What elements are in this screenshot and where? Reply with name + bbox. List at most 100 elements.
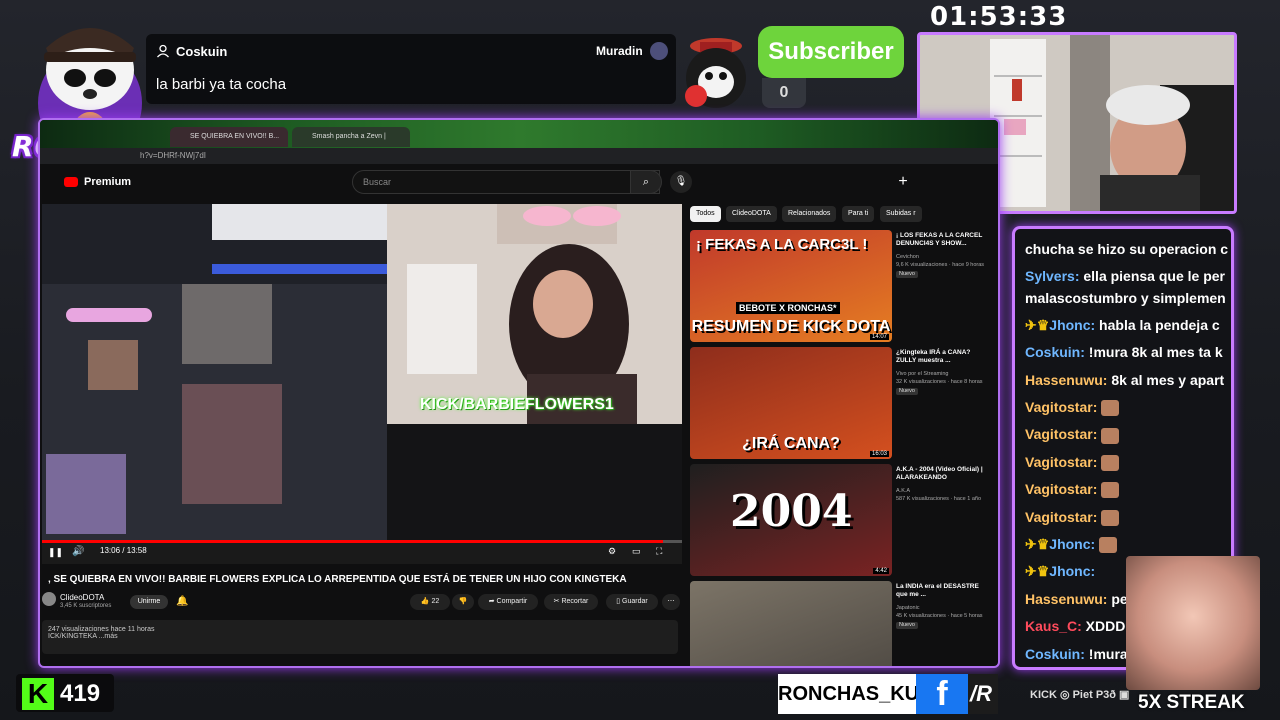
- chip-related[interactable]: Relacionados: [782, 206, 837, 222]
- chat-username[interactable]: Vagitostar:: [1025, 509, 1097, 525]
- streak-label: 5X STREAK: [1138, 692, 1245, 713]
- laughing-face-overlay: [1126, 556, 1260, 690]
- recommendation-title: A.K.A - 2004 (Video Oficial) | ALARAKEAN…: [896, 466, 983, 481]
- chat-username[interactable]: Jhonc:: [1049, 563, 1095, 579]
- browser-tab-2[interactable]: Smash pancha a Zevn | Kingtek...: [292, 127, 410, 160]
- channel-name[interactable]: ClideoDOTA: [60, 593, 104, 602]
- chip-all[interactable]: Todos: [690, 206, 721, 222]
- subscriber-count: 0: [762, 78, 806, 108]
- chat-username[interactable]: Vagitostar:: [1025, 481, 1097, 497]
- chat-username[interactable]: Hassenuwu:: [1025, 372, 1107, 388]
- chat-message: ✈♛Jhonc:: [1025, 563, 1095, 580]
- volume-icon[interactable]: 🔊: [72, 546, 84, 557]
- chat-text: 8k al mes y apart: [1107, 371, 1225, 388]
- recommendation-item[interactable]: ¡ FEKAS A LA CARC3L ! BEBOTE X RONCHAS* RE…: [690, 230, 998, 342]
- join-button[interactable]: Unirme: [130, 595, 168, 609]
- chip-for-you[interactable]: Para ti: [842, 206, 875, 222]
- chat-username[interactable]: Kaus_C:: [1025, 618, 1082, 634]
- recommendation-list: ¡ FEKAS A LA CARC3L ! BEBOTE X RONCHAS* RE…: [690, 230, 998, 666]
- chat-text: !mura 8k al mes ta k: [1084, 344, 1223, 361]
- video-dark-area: [387, 424, 682, 544]
- chat-username[interactable]: Coskuin:: [1025, 344, 1085, 360]
- recommendation-title: ¿Kingteka IRÁ a CANA? ZULLY muestra ...: [896, 349, 971, 364]
- browser-capture-window: SE QUIEBRA EN VIVO!! B... Smash pancha a…: [38, 118, 1000, 668]
- video-player[interactable]: KICK/BARBIEFLOWERS1 ❚❚ 🔊 13:06 / 13:58 ⚙…: [42, 204, 682, 564]
- fullscreen-icon[interactable]: ⛶: [656, 546, 662, 557]
- chat-text: ella piensa que le per: [1079, 268, 1225, 285]
- video-discord-view: [42, 204, 387, 544]
- chat-text: chucha se hizo su operacion c: [1025, 241, 1229, 257]
- recommendation-title: La INDIA era el DESASTRE que me ...: [896, 583, 979, 598]
- chat-message: Vagitostar:: [1025, 399, 1120, 417]
- like-count: 22: [431, 598, 440, 605]
- browser-tab-1[interactable]: SE QUIEBRA EN VIVO!! B...: [170, 127, 288, 147]
- share-button[interactable]: ➦ Compartir: [478, 594, 538, 610]
- user-icon: [157, 44, 169, 58]
- streamer-handle: RONCHAS_KUN: [778, 674, 934, 714]
- kick-logo-icon: K: [22, 678, 54, 710]
- stream-clock: 01:53:33: [930, 2, 1068, 32]
- webcam-girl-scene: [387, 204, 682, 424]
- popup-message: la barbi ya ta cocha: [156, 76, 287, 93]
- search-icon[interactable]: ⌕: [630, 170, 662, 194]
- miniplayer-icon[interactable]: ▭: [632, 546, 641, 557]
- chat-username[interactable]: Sylvers:: [1025, 268, 1079, 284]
- create-icon[interactable]: +: [892, 171, 914, 193]
- address-bar[interactable]: h?v=DHRf-NWj7dI: [40, 148, 998, 164]
- chat-username[interactable]: Coskuin:: [1025, 646, 1085, 662]
- chat-username[interactable]: Hassenuwu:: [1025, 591, 1107, 607]
- chip-uploads[interactable]: Subidas r: [880, 206, 922, 222]
- blurred-chat-view: [42, 204, 387, 544]
- microphone-icon[interactable]: 🎙: [670, 171, 692, 193]
- recommendation-thumbnail[interactable]: ¡ FEKAS A LA CARC3L ! BEBOTE X RONCHAS* RE…: [690, 230, 892, 342]
- chat-message: Coskuin: !mura: [1025, 646, 1128, 662]
- recommendation-thumbnail[interactable]: [690, 581, 892, 666]
- chat-username[interactable]: Jhonc:: [1049, 317, 1095, 333]
- youtube-premium-label[interactable]: Premium: [84, 176, 131, 188]
- bell-icon[interactable]: 🔔: [176, 596, 188, 607]
- recommendation-meta: 587 K visualizaciones · hace 1 año: [896, 496, 981, 502]
- description-text: ICK/KINGTEKA ...más: [48, 633, 118, 640]
- dislike-icon[interactable]: 👎: [452, 594, 474, 610]
- chat-username[interactable]: Vagitostar:: [1025, 426, 1097, 442]
- like-button[interactable]: 👍 22: [410, 594, 450, 610]
- channel-avatar[interactable]: [42, 592, 56, 606]
- kick-overlay-text: KICK/BARBIEFLOWERS1: [420, 396, 614, 413]
- clip-label: Recortar: [561, 598, 589, 605]
- recommendation-thumbnail[interactable]: 2004 4:42: [690, 464, 892, 576]
- recommendation-channel: A.K.A: [896, 488, 911, 494]
- recommendation-thumbnail[interactable]: ¿IRÁ CANA? 16:03: [690, 347, 892, 459]
- pause-icon[interactable]: ❚❚: [48, 547, 63, 558]
- clip-button[interactable]: ✂ Recortar: [544, 594, 598, 610]
- thumbnail-mid-text: 2004: [730, 486, 853, 537]
- chat-username[interactable]: Vagitostar:: [1025, 399, 1097, 415]
- popup-username: Coskuin: [176, 44, 228, 59]
- settings-icon[interactable]: ⚙: [608, 546, 616, 557]
- chat-text: pe: [1107, 590, 1128, 607]
- chat-username[interactable]: Jhonc:: [1049, 536, 1095, 552]
- video-duration: 14:07: [869, 334, 889, 340]
- chat-badge-icon: ✈♛: [1025, 316, 1050, 333]
- recommendation-item[interactable]: ¿IRÁ CANA? 16:03 ¿Kingteka IRÁ a CANA? ZUL…: [690, 347, 998, 459]
- thumbnail-top-text: ¡ FEKAS A LA CARC3L !: [696, 236, 868, 253]
- recommendation-meta: 32 K visualizaciones · hace 8 horas: [896, 379, 983, 385]
- chat-message: Vagitostar:: [1025, 454, 1120, 472]
- recommendation-item[interactable]: La INDIA era el DESASTRE que me ... Japat…: [690, 581, 998, 666]
- chat-message: Vagitostar:: [1025, 509, 1120, 526]
- chat-emote-icon: [1101, 455, 1120, 472]
- thumbnail-bottom-text: ¿IRÁ CANA?: [742, 435, 840, 452]
- chat-message: Vagitostar:: [1025, 481, 1120, 499]
- recommendation-item[interactable]: 2004 4:42 A.K.A - 2004 (Video Oficial) | A…: [690, 464, 998, 576]
- recommendation-title: ¡ LOS FEKAS A LA CARCEL DENUNCI4S Y SHOW…: [896, 232, 983, 247]
- video-description[interactable]: 247 visualizaciones hace 11 horas ICK/KI…: [42, 620, 678, 654]
- search-input[interactable]: Buscar: [352, 170, 660, 194]
- chat-username[interactable]: Vagitostar:: [1025, 454, 1097, 470]
- popup-right-name: Muradin: [596, 44, 643, 58]
- channel-subscribers: 3,45 K suscriptores: [60, 603, 112, 609]
- chat-text-wrap: malascostumbro y simplemen: [1025, 289, 1226, 306]
- chat-text: !mura: [1084, 645, 1128, 662]
- chat-message: Coskuin: !mura 8k al mes ta k: [1025, 344, 1223, 360]
- chip-channel[interactable]: ClideoDOTA: [726, 206, 777, 222]
- save-button[interactable]: ▯ Guardar: [606, 594, 658, 610]
- more-icon[interactable]: ⋯: [662, 594, 680, 610]
